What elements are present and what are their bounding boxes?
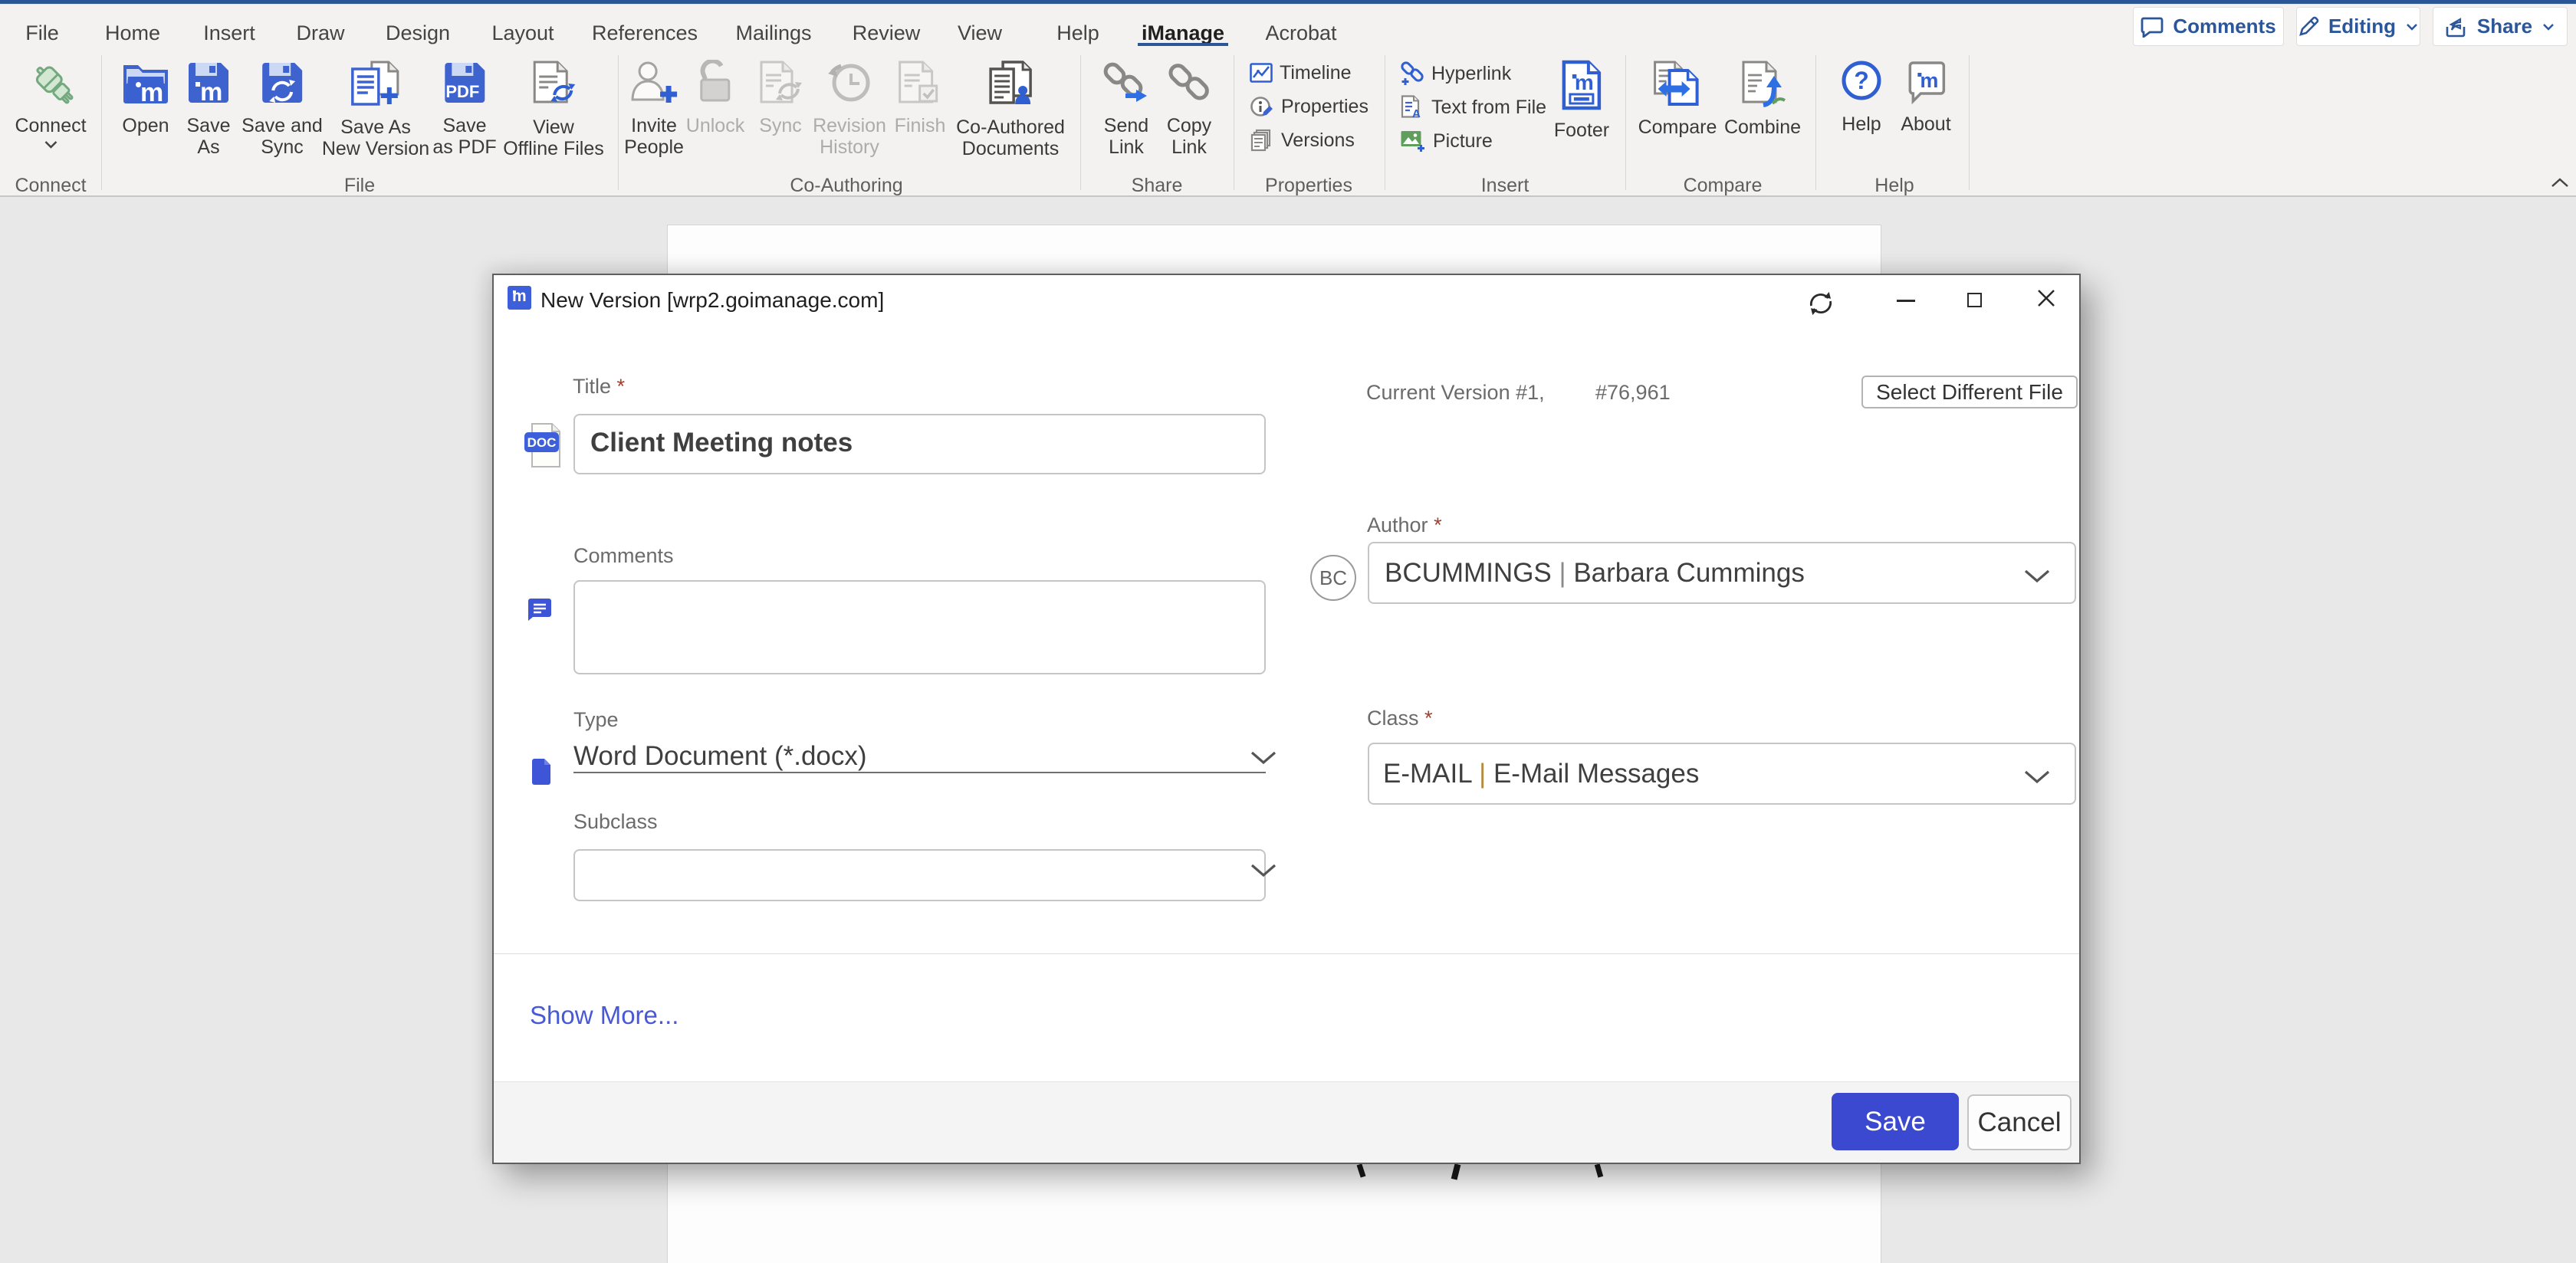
svg-text:m: m <box>1920 69 1938 92</box>
svg-text:?: ? <box>1854 67 1869 94</box>
svg-text:A: A <box>1412 107 1421 120</box>
svg-text:DOC: DOC <box>527 435 557 450</box>
svg-text:m: m <box>200 77 222 106</box>
svg-text:m: m <box>1575 71 1594 94</box>
svg-text:PDF: PDF <box>445 82 479 101</box>
svg-text:m: m <box>140 78 163 106</box>
